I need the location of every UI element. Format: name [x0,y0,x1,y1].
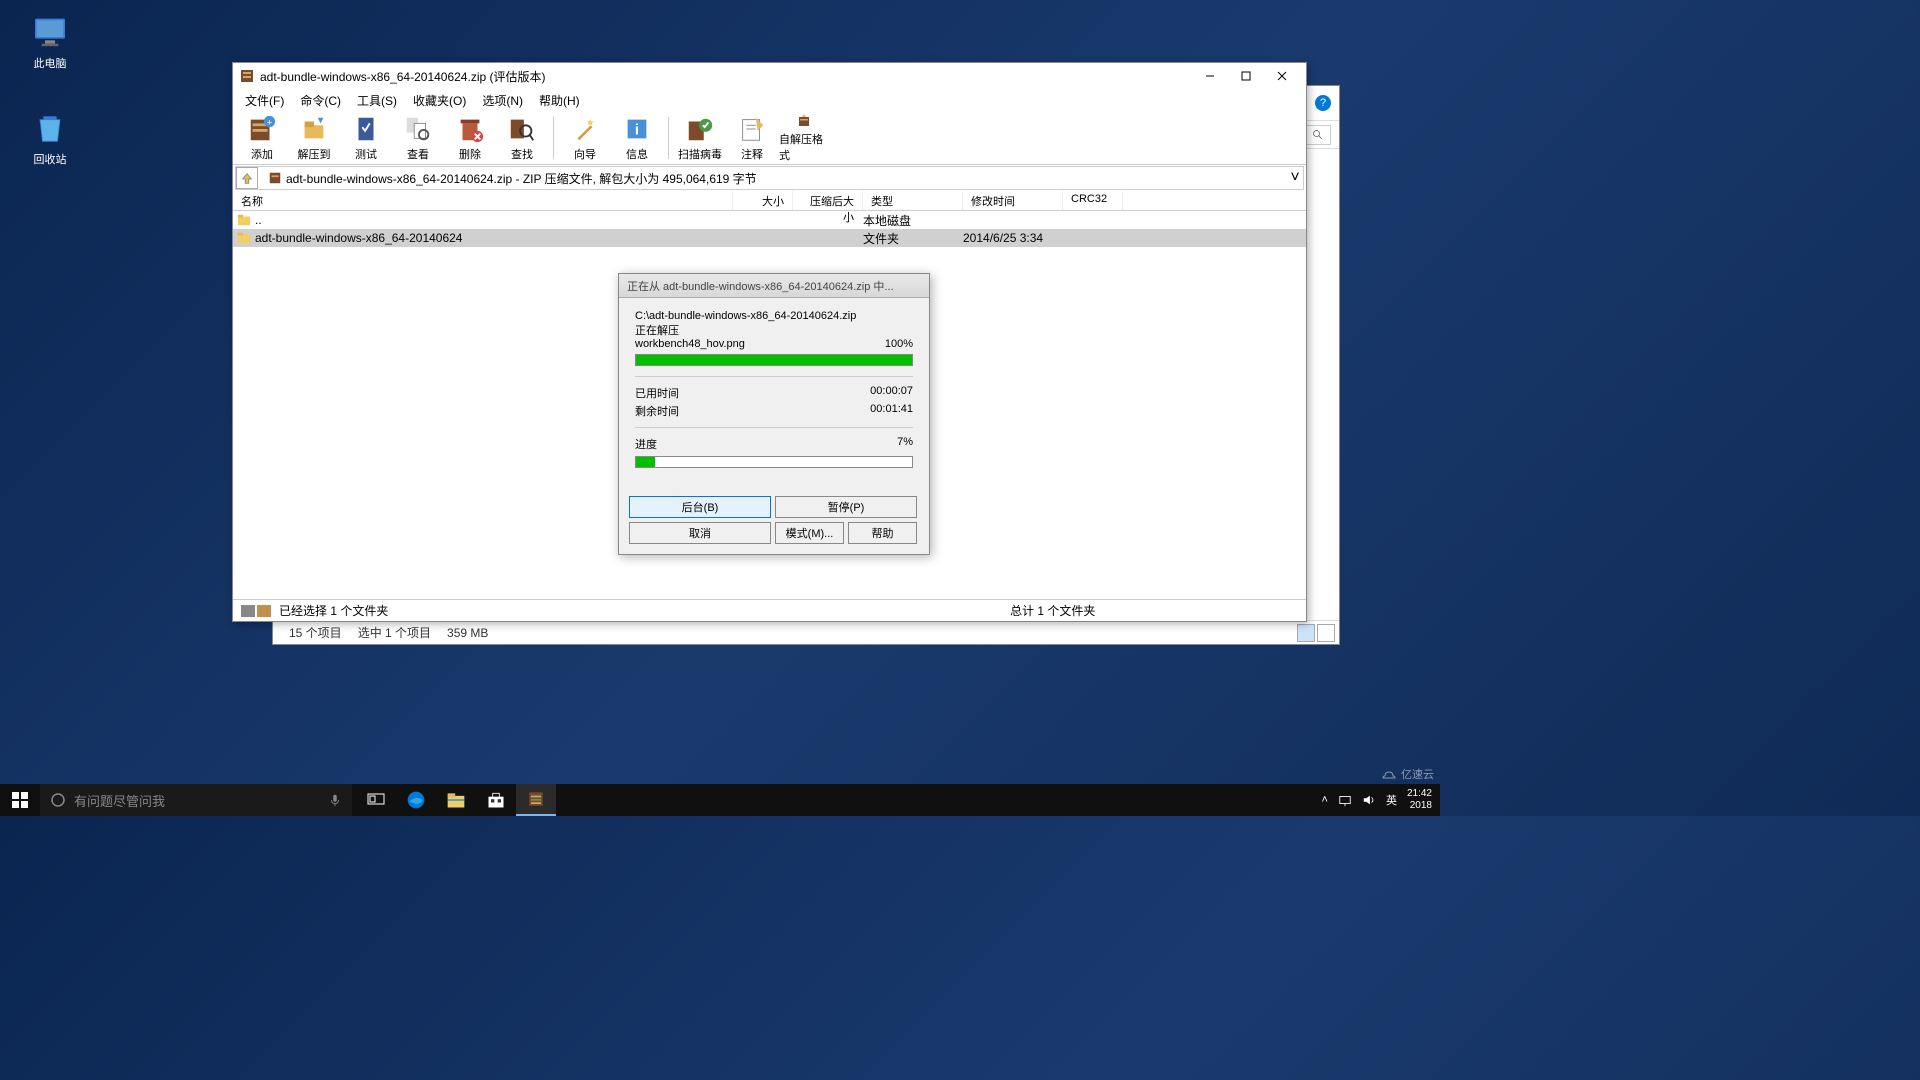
minimize-button[interactable] [1192,65,1228,87]
toolbar-add[interactable]: +添加 [237,113,287,163]
col-size[interactable]: 大小 [733,191,793,210]
toolbar-view[interactable]: 查看 [393,113,443,163]
mode-button[interactable]: 模式(M)... [775,522,844,544]
status-size: 359 MB [447,626,488,640]
status-items: 15 个项目 [289,624,342,641]
total-percent: 7% [897,436,913,452]
taskbar-edge[interactable] [396,784,436,816]
desktop-icon-this-pc[interactable]: 此电脑 [20,12,80,71]
col-name[interactable]: 名称 [233,191,733,210]
menu-file[interactable]: 文件(F) [239,90,290,111]
svg-text:+: + [267,117,272,127]
system-tray: ˄ 英 21:42 2018 [1314,788,1440,812]
menubar: 文件(F) 命令(C) 工具(S) 收藏夹(O) 选项(N) 帮助(H) [233,89,1306,111]
tray-chevron-icon[interactable]: ˄ [1322,794,1328,806]
pause-button[interactable]: 暂停(P) [775,496,917,518]
col-type[interactable]: 类型 [863,191,963,210]
status-total: 总计 1 个文件夹 [808,602,1299,619]
task-view-button[interactable] [356,784,396,816]
ime-indicator[interactable]: 英 [1386,792,1397,808]
elapsed-label: 已用时间 [635,385,679,401]
search-placeholder: 有问题尽管问我 [74,791,165,810]
volume-icon[interactable] [1362,793,1376,807]
path-dropdown[interactable]: ˅ [1287,169,1303,187]
network-icon[interactable] [1338,793,1352,807]
progress-label: 进度 [635,436,657,452]
titlebar[interactable]: adt-bundle-windows-x86_64-20140624.zip (… [233,63,1306,89]
view-details-button[interactable] [1297,624,1315,642]
taskbar-store[interactable] [476,784,516,816]
toolbar-info[interactable]: i信息 [612,113,662,163]
window-title: adt-bundle-windows-x86_64-20140624.zip (… [260,68,1192,85]
pathbar: adt-bundle-windows-x86_64-20140624.zip -… [235,166,1304,190]
status-icon [257,605,271,617]
extracting-label: 正在解压 [635,322,913,338]
toolbar-wizard[interactable]: 向导 [560,113,610,163]
remaining-value: 00:01:41 [870,403,913,419]
menu-tools[interactable]: 工具(S) [351,90,403,111]
watermark: 亿速云 [1381,766,1434,782]
archive-path: C:\adt-bundle-windows-x86_64-20140624.zi… [635,310,913,322]
toolbar-comment[interactable]: 注释 [727,113,777,163]
dialog-title[interactable]: 正在从 adt-bundle-windows-x86_64-20140624.z… [619,274,929,298]
col-modified[interactable]: 修改时间 [963,191,1063,210]
menu-favorites[interactable]: 收藏夹(O) [407,90,472,111]
statusbar: 已经选择 1 个文件夹 总计 1 个文件夹 [233,599,1306,621]
view-large-button[interactable] [1317,624,1335,642]
elapsed-value: 00:00:07 [870,385,913,401]
search-bar[interactable]: 有问题尽管问我 [40,784,352,816]
start-button[interactable] [0,784,40,816]
progress-dialog: 正在从 adt-bundle-windows-x86_64-20140624.z… [618,273,930,555]
maximize-button[interactable] [1228,65,1264,87]
taskbar-explorer[interactable] [436,784,476,816]
toolbar: +添加 解压到 测试 查看 删除 查找 向导 i信息 扫描病毒 注释 自解压格式 [233,111,1306,165]
toolbar-find[interactable]: 查找 [497,113,547,163]
col-crc[interactable]: CRC32 [1063,191,1123,210]
toolbar-extract[interactable]: 解压到 [289,113,339,163]
remaining-label: 剩余时间 [635,403,679,419]
desktop-icon-label: 此电脑 [34,58,67,70]
search-icon[interactable] [1305,125,1331,145]
archive-icon [268,171,282,185]
folder-up-icon [237,213,251,227]
mic-icon[interactable] [328,793,342,807]
list-header: 名称 大小 压缩后大小 类型 修改时间 CRC32 [233,191,1306,211]
toolbar-sfx[interactable]: 自解压格式 [779,113,829,163]
background-button[interactable]: 后台(B) [629,496,771,518]
menu-command[interactable]: 命令(C) [294,90,347,111]
menu-help[interactable]: 帮助(H) [533,90,586,111]
close-button[interactable] [1264,65,1300,87]
desktop-icon-label: 回收站 [34,154,67,166]
file-progress-bar [635,354,913,366]
cancel-button[interactable]: 取消 [629,522,771,544]
current-file: workbench48_hov.png [635,338,745,350]
tray-clock[interactable]: 21:42 2018 [1407,788,1432,812]
up-button[interactable] [236,167,258,189]
taskbar-winrar[interactable] [516,784,556,816]
col-packed[interactable]: 压缩后大小 [793,191,863,210]
menu-options[interactable]: 选项(N) [476,90,529,111]
list-item[interactable]: adt-bundle-windows-x86_64-20140624 文件夹 2… [233,229,1306,247]
toolbar-test[interactable]: 测试 [341,113,391,163]
total-progress-bar [635,456,913,468]
cortana-icon [50,792,66,808]
toolbar-delete[interactable]: 删除 [445,113,495,163]
list-item[interactable]: .. 本地磁盘 [233,211,1306,229]
path-text[interactable]: adt-bundle-windows-x86_64-20140624.zip -… [262,170,1287,187]
folder-icon [237,231,251,245]
status-selected: 选中 1 个项目 [358,624,431,641]
status-icon [241,605,255,617]
desktop-icon-recycle[interactable]: 回收站 [20,108,80,167]
winrar-icon [239,68,255,84]
file-percent: 100% [885,338,913,350]
help-button[interactable]: 帮助 [848,522,917,544]
taskbar: 有问题尽管问我 ˄ 英 21:42 2018 [0,784,1440,816]
toolbar-virus[interactable]: 扫描病毒 [675,113,725,163]
help-icon[interactable]: ? [1315,95,1331,111]
status-selected: 已经选择 1 个文件夹 [279,602,808,619]
svg-text:i: i [635,121,639,138]
